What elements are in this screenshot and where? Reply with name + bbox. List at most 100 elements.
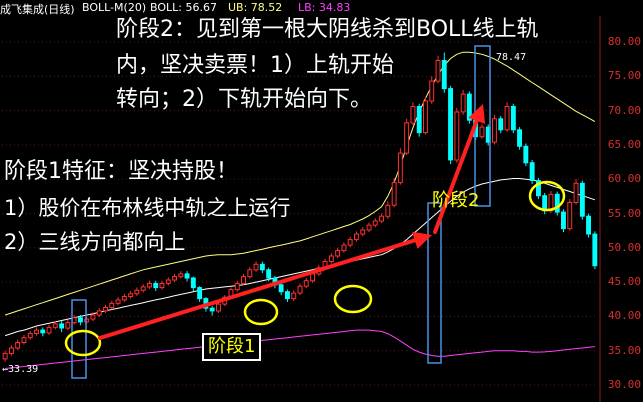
candle-body — [178, 273, 184, 278]
candle-body — [71, 317, 77, 324]
candle-body — [573, 182, 579, 204]
candle-body — [397, 152, 403, 184]
candle-body — [291, 292, 297, 300]
candle-body — [554, 193, 560, 213]
stage1-trend-arrow-head — [412, 231, 432, 249]
band-lb — [5, 329, 595, 369]
candle-body — [128, 293, 134, 297]
high-price-marker: 78.47 — [496, 52, 526, 63]
candle-body — [423, 100, 428, 134]
candle-body — [341, 244, 347, 252]
candle-body — [454, 111, 460, 161]
candle-body — [134, 289, 140, 295]
candle-body — [65, 322, 71, 329]
candle-body — [216, 303, 221, 312]
y-tick-label: 30.00 — [607, 378, 641, 391]
lb-value: LB: 34.83 — [298, 1, 351, 14]
candle-body — [109, 302, 115, 308]
candle-body — [360, 229, 366, 235]
candle-body — [297, 285, 303, 294]
candle-body — [2, 352, 8, 360]
stage1-text-line2: 1）股价在布林线中轨之上运行 — [4, 196, 291, 220]
candle-body — [234, 283, 240, 291]
candle-body — [498, 118, 504, 131]
candle-body — [140, 286, 146, 291]
candle-body — [429, 80, 435, 102]
candle-body — [379, 215, 385, 222]
candle-body — [479, 126, 485, 138]
candle-body — [354, 233, 359, 241]
candle-body — [385, 204, 391, 217]
candle-body — [435, 60, 441, 82]
candle-body — [153, 283, 159, 289]
ub-value: UB: 78.52 — [228, 1, 283, 14]
stage1-text-line1: 阶段1特征：坚决持股！ — [4, 159, 238, 184]
candle-body — [460, 93, 466, 113]
candle-body — [78, 317, 83, 323]
candle-body — [561, 211, 566, 230]
candle-body — [335, 250, 341, 257]
stage1-label: 阶段1 — [208, 336, 256, 357]
candle-body — [347, 239, 353, 246]
stage2-text-line1: 阶段2：见到第一根大阴线杀到BOLL线上轨 — [116, 17, 539, 42]
candle-body — [184, 273, 190, 279]
candle-body — [592, 233, 598, 267]
candle-body — [529, 162, 535, 181]
candle-body — [504, 106, 510, 131]
candle-body — [103, 307, 108, 312]
stage1-start-box — [71, 299, 87, 379]
candle-body — [247, 269, 253, 278]
low-price-marker: ←33.39 — [2, 364, 38, 375]
candle-body — [59, 323, 65, 329]
stock-title: 成飞集成(日线) — [0, 3, 75, 16]
chart-window: 成飞集成(日线) BOLL-M(20) BOLL: 56.67 UB: 78.5… — [0, 0, 643, 402]
candle-body — [310, 273, 316, 282]
candle-body — [328, 255, 334, 262]
candle-body — [416, 106, 422, 134]
candle-body — [9, 347, 14, 354]
candle-body — [404, 122, 410, 154]
candle-body — [46, 326, 52, 334]
candle-body — [52, 323, 58, 328]
candle-body — [253, 263, 259, 271]
stage2-text-line3: 转向；2）下轨开始向下。 — [116, 87, 372, 112]
stage2-label: 阶段2 — [432, 190, 480, 211]
highlight-circle — [243, 298, 279, 326]
stage2-start-box — [427, 202, 442, 364]
candle-body — [147, 283, 152, 288]
low-price-value: 33.39 — [8, 364, 39, 375]
candle-body — [27, 333, 33, 339]
candle-body — [266, 269, 272, 279]
y-tick-label: 55.00 — [607, 206, 641, 220]
candle-body — [492, 118, 497, 143]
stage1-text-line3: 2）三线方向都向上 — [4, 230, 186, 254]
candle-body — [285, 291, 290, 300]
y-tick-label: 65.00 — [607, 137, 641, 151]
highlight-circle — [64, 329, 102, 357]
y-tick-label: 50.00 — [607, 240, 641, 254]
candle-body — [165, 279, 171, 284]
candle-body — [259, 263, 265, 271]
candle-body — [96, 310, 102, 316]
candle-body — [523, 145, 529, 164]
y-tick-label: 40.00 — [607, 309, 641, 323]
candle-body — [410, 106, 416, 124]
candle-body — [115, 299, 121, 304]
stage2-text-line2: 内，坚决卖票！1）上轨开始 — [116, 53, 394, 78]
candle-body — [190, 277, 196, 289]
candle-body — [15, 342, 21, 349]
candle-body — [21, 337, 27, 344]
candle-body — [241, 276, 247, 285]
candle-body — [448, 88, 454, 161]
candle-body — [90, 314, 96, 320]
y-tick-label: 45.00 — [607, 275, 641, 289]
candle-body — [197, 287, 203, 300]
candle-body — [159, 283, 165, 289]
stage1-label-box: 阶段1 — [202, 333, 262, 361]
highlight-circle — [333, 284, 373, 314]
candle-body — [303, 280, 309, 287]
candle-body — [209, 307, 215, 312]
indicator-name: BOLL-M(20) — [82, 1, 147, 14]
high-price-value: 78.47 — [496, 52, 527, 63]
candle-body — [579, 182, 585, 217]
